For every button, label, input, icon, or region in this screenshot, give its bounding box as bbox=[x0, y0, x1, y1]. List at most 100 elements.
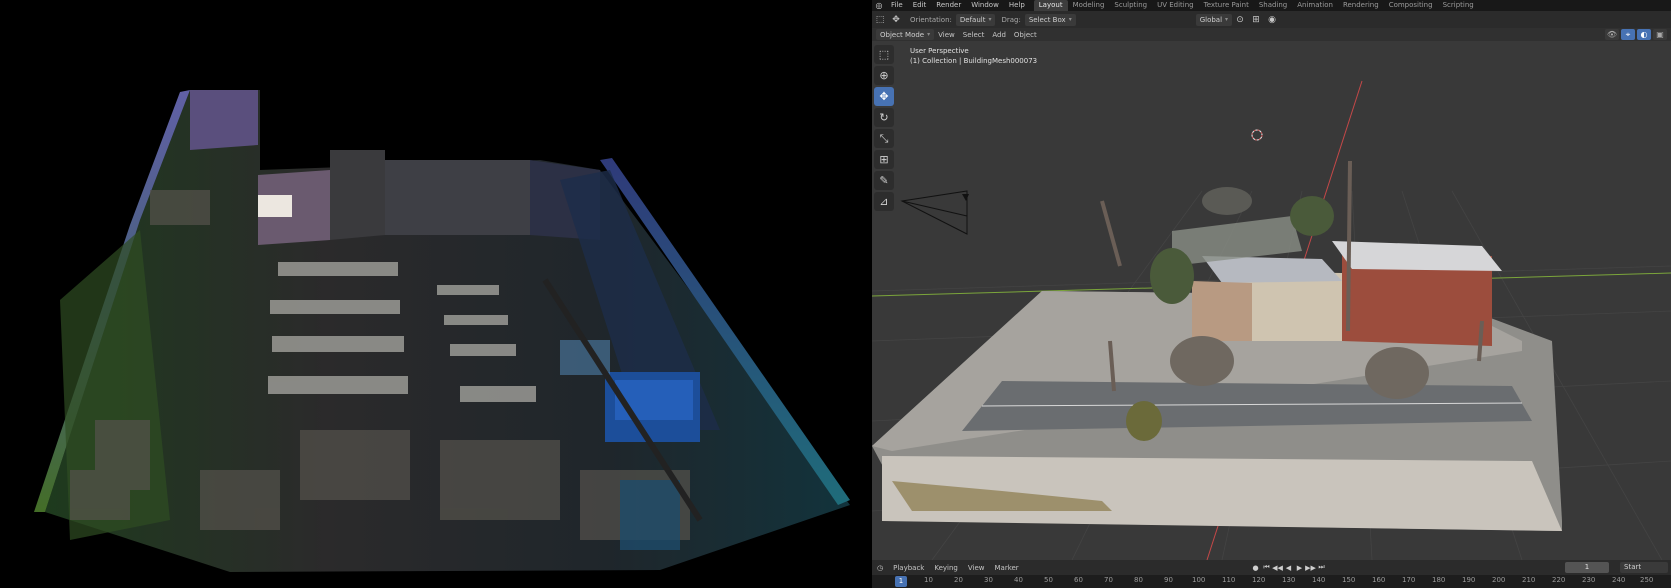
tab-scripting[interactable]: Scripting bbox=[1438, 0, 1479, 11]
object-mode-dropdown[interactable]: Object Mode ▾ bbox=[876, 29, 935, 40]
playhead-frame[interactable]: 1 bbox=[895, 576, 907, 587]
menu-edit[interactable]: Edit bbox=[908, 0, 932, 11]
annotate-icon[interactable]: ✎ bbox=[874, 171, 894, 190]
frame-ruler[interactable]: 1 10 20 30 40 50 60 70 80 90 100 110 120… bbox=[872, 575, 1671, 588]
menu-playback[interactable]: Playback bbox=[888, 564, 929, 572]
view-perspective-label: User Perspective bbox=[910, 47, 969, 55]
ruler-tick: 130 bbox=[1282, 576, 1296, 584]
menu-view[interactable]: View bbox=[934, 31, 959, 39]
drag-dropdown[interactable]: Select Box ▾ bbox=[1024, 13, 1076, 26]
workspace-tabs: Layout Modeling Sculpting UV Editing Tex… bbox=[1033, 0, 1479, 11]
ruler-tick: 210 bbox=[1522, 576, 1536, 584]
ruler-tick: 180 bbox=[1432, 576, 1446, 584]
play-icon[interactable]: ▶ bbox=[1294, 562, 1305, 573]
pivot-icon[interactable]: ⊙ bbox=[1232, 13, 1248, 26]
ruler-tick: 60 bbox=[1074, 576, 1083, 584]
ruler-tick: 40 bbox=[1014, 576, 1023, 584]
menu-file[interactable]: File bbox=[886, 0, 908, 11]
tab-rendering[interactable]: Rendering bbox=[1338, 0, 1384, 11]
viewport-scene bbox=[872, 80, 1671, 560]
ruler-tick: 150 bbox=[1342, 576, 1356, 584]
ruler-tick: 30 bbox=[984, 576, 993, 584]
ruler-tick: 190 bbox=[1462, 576, 1476, 584]
ruler-tick: 50 bbox=[1044, 576, 1053, 584]
timeline-editor-icon[interactable]: ◷ bbox=[872, 564, 888, 572]
viewport-shading-controls: 👁 ⌖ ◐ ▣ bbox=[1603, 29, 1667, 40]
move-icon[interactable]: ✥ bbox=[874, 87, 894, 106]
viewport-header: Object Mode ▾ View Select Add Object 👁 ⌖… bbox=[872, 28, 1671, 41]
mode-value: Object Mode bbox=[880, 30, 925, 39]
orientation-label: Orientation: bbox=[910, 15, 952, 24]
ruler-tick: 170 bbox=[1402, 576, 1416, 584]
3d-viewport[interactable] bbox=[872, 41, 1671, 560]
overlay-toggle-icon[interactable]: ◐ bbox=[1637, 29, 1651, 40]
visibility-icon[interactable]: 👁 bbox=[1605, 29, 1619, 40]
tab-uv-editing[interactable]: UV Editing bbox=[1152, 0, 1199, 11]
top-menu-bar: ◎ File Edit Render Window Help Layout Mo… bbox=[872, 0, 1671, 11]
record-icon[interactable]: ● bbox=[1250, 562, 1261, 573]
drag-value: Select Box bbox=[1028, 15, 1066, 24]
tab-modeling[interactable]: Modeling bbox=[1068, 0, 1110, 11]
rotate-icon[interactable]: ↻ bbox=[874, 108, 894, 127]
tab-layout[interactable]: Layout bbox=[1033, 0, 1068, 11]
tab-texture-paint[interactable]: Texture Paint bbox=[1199, 0, 1254, 11]
tab-sculpting[interactable]: Sculpting bbox=[1109, 0, 1152, 11]
jump-end-icon[interactable]: ⏭ bbox=[1316, 562, 1327, 573]
ruler-tick: 140 bbox=[1312, 576, 1326, 584]
tab-compositing[interactable]: Compositing bbox=[1384, 0, 1438, 11]
menu-object[interactable]: Object bbox=[1010, 31, 1041, 39]
blender-window: ◎ File Edit Render Window Help Layout Mo… bbox=[872, 0, 1671, 588]
select-mode-icon[interactable]: ⬚ bbox=[872, 13, 888, 26]
ruler-tick: 200 bbox=[1492, 576, 1506, 584]
transform-icon[interactable]: ⊞ bbox=[874, 150, 894, 169]
chevron-down-icon: ▾ bbox=[988, 16, 992, 23]
tab-animation[interactable]: Animation bbox=[1292, 0, 1338, 11]
next-keyframe-icon[interactable]: ▶▶ bbox=[1305, 562, 1316, 573]
gizmo-toggle-icon[interactable]: ⌖ bbox=[1621, 29, 1635, 40]
xray-icon[interactable]: ▣ bbox=[1653, 29, 1667, 40]
start-label: Start bbox=[1624, 563, 1642, 571]
orientation-dropdown[interactable]: Default ▾ bbox=[955, 13, 996, 26]
transform-orientation-dropdown[interactable]: Global ▾ bbox=[1195, 13, 1233, 26]
scale-icon[interactable]: ⤡ bbox=[874, 129, 894, 148]
menu-add[interactable]: Add bbox=[988, 31, 1010, 39]
menu-render[interactable]: Render bbox=[931, 0, 966, 11]
chevron-down-icon: ▾ bbox=[927, 31, 931, 38]
menu-window[interactable]: Window bbox=[966, 0, 1004, 11]
ruler-tick: 240 bbox=[1612, 576, 1626, 584]
tab-shading[interactable]: Shading bbox=[1254, 0, 1292, 11]
ruler-tick: 250 bbox=[1640, 576, 1654, 584]
ruler-tick: 100 bbox=[1192, 576, 1206, 584]
menu-keying[interactable]: Keying bbox=[929, 564, 963, 572]
prev-keyframe-icon[interactable]: ◀◀ bbox=[1272, 562, 1283, 573]
menu-marker[interactable]: Marker bbox=[989, 564, 1023, 572]
interior-scan-image bbox=[34, 90, 850, 572]
move-tool-icon[interactable]: ✥ bbox=[888, 13, 904, 26]
tool-settings-header: ⬚ ✥ Orientation: Default ▾ Drag: Select … bbox=[872, 11, 1671, 28]
transform-value: Global bbox=[1199, 15, 1223, 24]
menu-timeline-view[interactable]: View bbox=[963, 564, 990, 572]
start-frame-field[interactable]: Start bbox=[1620, 562, 1668, 573]
ruler-tick: 10 bbox=[924, 576, 933, 584]
blender-logo-icon[interactable]: ◎ bbox=[872, 1, 886, 10]
play-reverse-icon[interactable]: ◀ bbox=[1283, 562, 1294, 573]
proportional-edit-icon[interactable]: ◉ bbox=[1264, 13, 1280, 26]
active-object-label: (1) Collection | BuildingMesh000073 bbox=[910, 57, 1038, 65]
snap-icon[interactable]: ⊞ bbox=[1248, 13, 1264, 26]
tool-shelf: ⬚ ⊕ ✥ ↻ ⤡ ⊞ ✎ ⊿ bbox=[874, 45, 894, 213]
ruler-tick: 160 bbox=[1372, 576, 1386, 584]
ruler-tick: 70 bbox=[1104, 576, 1113, 584]
orientation-value: Default bbox=[959, 15, 986, 24]
cursor-icon[interactable]: ⊕ bbox=[874, 66, 894, 85]
timeline-header: ◷ Playback Keying View Marker ● ⏮ ◀◀ ◀ ▶… bbox=[872, 560, 1671, 575]
ruler-tick: 120 bbox=[1252, 576, 1266, 584]
ruler-tick: 230 bbox=[1582, 576, 1596, 584]
playback-controls: ● ⏮ ◀◀ ◀ ▶ ▶▶ ⏭ bbox=[1250, 562, 1327, 573]
jump-start-icon[interactable]: ⏮ bbox=[1261, 562, 1272, 573]
current-frame-field[interactable]: 1 bbox=[1565, 562, 1609, 573]
menu-select[interactable]: Select bbox=[959, 31, 989, 39]
measure-icon[interactable]: ⊿ bbox=[874, 192, 894, 211]
menu-help[interactable]: Help bbox=[1004, 0, 1030, 11]
interior-scan-render bbox=[0, 0, 872, 588]
select-box-icon[interactable]: ⬚ bbox=[874, 45, 894, 64]
